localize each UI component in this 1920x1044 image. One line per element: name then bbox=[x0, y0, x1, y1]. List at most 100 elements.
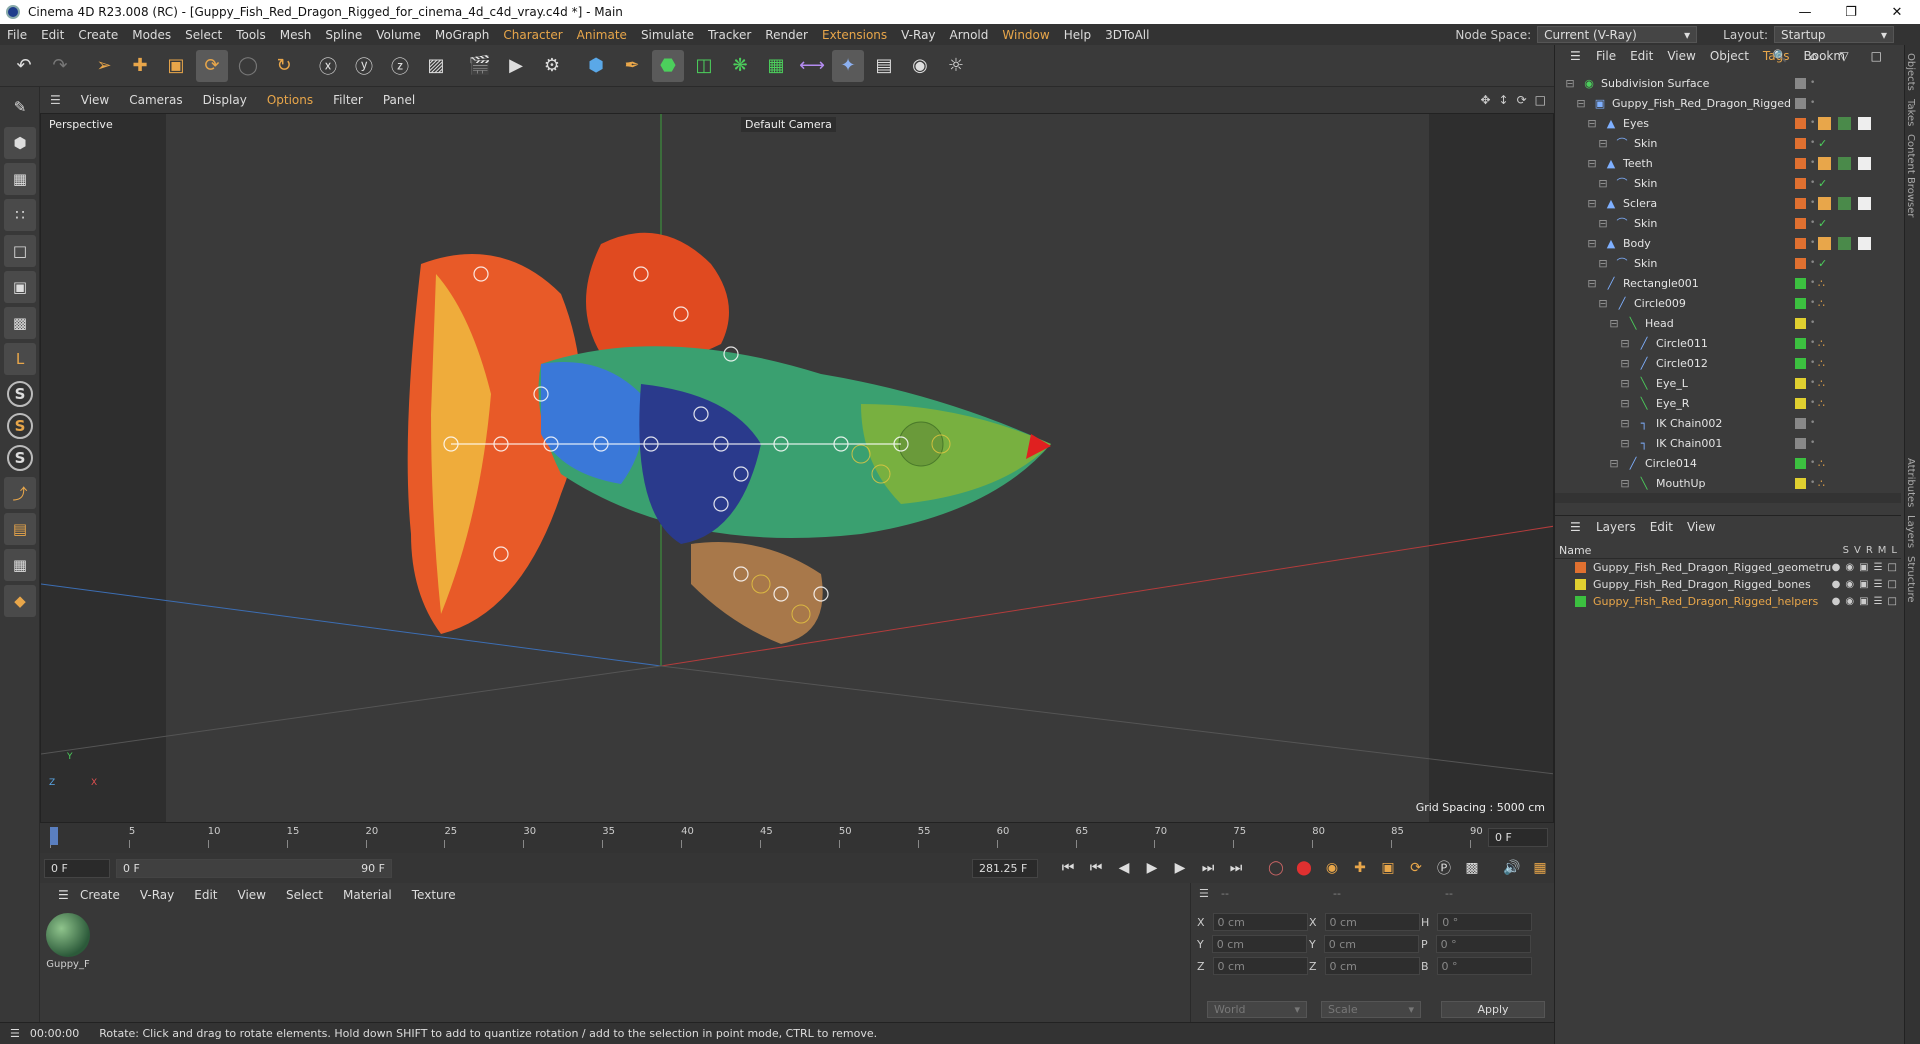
manager-icon[interactable]: ☰ bbox=[1874, 596, 1883, 607]
visibility-dots-icon[interactable]: • bbox=[1810, 358, 1815, 368]
solo-icon[interactable]: S bbox=[7, 381, 33, 407]
coords-space-dropdown[interactable]: World ▾ bbox=[1207, 1001, 1307, 1018]
constraint-tag-icon[interactable]: ∴ bbox=[1818, 277, 1825, 290]
texture-tag-icon[interactable] bbox=[1858, 156, 1871, 170]
x-axis-lock-icon[interactable]: ⓧ bbox=[312, 50, 344, 82]
lock-icon[interactable]: □ bbox=[1888, 562, 1897, 573]
coord-x-field[interactable]: 0 cm bbox=[1212, 913, 1308, 931]
subdivision-generator-icon[interactable]: ⬣ bbox=[652, 49, 684, 82]
render-icon[interactable]: ▣ bbox=[1859, 579, 1868, 590]
constraint-tag-icon[interactable]: ∴ bbox=[1818, 397, 1825, 410]
record-off-icon[interactable]: ◯ bbox=[1264, 856, 1288, 880]
key-position-icon[interactable]: ✚ bbox=[1348, 856, 1372, 880]
expand-toggle-icon[interactable]: ⊟ bbox=[1618, 336, 1632, 350]
array-icon[interactable]: ◫ bbox=[688, 50, 720, 82]
sound-icon[interactable]: 🔊 bbox=[1500, 856, 1524, 880]
layer-color-swatch[interactable] bbox=[1795, 257, 1806, 269]
texture-mode-icon[interactable]: ▦ bbox=[4, 163, 36, 195]
3d-viewport[interactable]: Perspective Default Camera Grid Spacing … bbox=[40, 113, 1554, 823]
menu-arnold[interactable]: Arnold bbox=[943, 28, 996, 42]
render-picture-viewer-icon[interactable]: ▶ bbox=[500, 50, 532, 82]
constraint-tag-icon[interactable]: ∴ bbox=[1818, 477, 1825, 490]
constraint-tag-icon[interactable]: ∴ bbox=[1818, 457, 1825, 470]
scale-tool-icon[interactable]: ▣ bbox=[160, 50, 192, 82]
y-axis-lock-icon[interactable]: ⓨ bbox=[348, 50, 380, 82]
node-space-dropdown[interactable]: Current (V-Ray) ▾ bbox=[1537, 26, 1698, 43]
minimize-icon[interactable]: — bbox=[1782, 0, 1828, 24]
undo-icon[interactable]: ↶ bbox=[8, 50, 40, 82]
end-frame-field[interactable]: 281.25 F bbox=[972, 858, 1038, 878]
camera-icon[interactable]: ◉ bbox=[904, 50, 936, 82]
layer-color-swatch[interactable] bbox=[1795, 117, 1806, 129]
menu-simulate[interactable]: Simulate bbox=[634, 28, 701, 42]
visibility-dots-icon[interactable]: • bbox=[1810, 258, 1815, 268]
lock-icon[interactable]: □ bbox=[1888, 596, 1897, 607]
move-tool-icon[interactable]: ✚ bbox=[124, 50, 156, 82]
expand-toggle-icon[interactable]: ⊟ bbox=[1596, 176, 1610, 190]
coord-h-field[interactable]: 0 ° bbox=[1437, 913, 1533, 931]
expand-toggle-icon[interactable]: ⊟ bbox=[1618, 396, 1632, 410]
render-settings-icon[interactable]: ⚙ bbox=[536, 50, 568, 82]
object-row[interactable]: ⊟ ╱ Circle012 • ∴ bbox=[1555, 353, 1885, 373]
layers-menu-view[interactable]: View bbox=[1680, 520, 1722, 534]
menu-tools[interactable]: Tools bbox=[229, 28, 273, 42]
constraint-tag-icon[interactable]: ∴ bbox=[1818, 377, 1825, 390]
expand-toggle-icon[interactable]: ⊟ bbox=[1596, 256, 1610, 270]
snap-icon[interactable]: ⤴ bbox=[4, 477, 36, 509]
layer-color-swatch[interactable] bbox=[1795, 77, 1806, 89]
solo-hierarchy-icon[interactable]: S bbox=[7, 413, 33, 439]
layer-color-swatch[interactable] bbox=[1795, 277, 1806, 289]
render-icon[interactable]: ▣ bbox=[1859, 596, 1868, 607]
light-icon[interactable]: ☼ bbox=[940, 50, 972, 82]
layer-color-swatch[interactable] bbox=[1795, 357, 1806, 369]
coordinate-system-icon[interactable]: ▨ bbox=[420, 50, 452, 82]
object-row[interactable]: ⊟ ⌒ Skin • ✓ bbox=[1555, 173, 1885, 193]
object-row[interactable]: ⊟ ╱ Circle014 • ∴ bbox=[1555, 453, 1885, 473]
layers-hamburger-icon[interactable]: ☰ bbox=[1563, 520, 1588, 534]
texture-tag-icon[interactable] bbox=[1858, 116, 1871, 130]
side-tab-layers[interactable]: Layers bbox=[1905, 515, 1916, 548]
side-tab-takes[interactable]: Takes bbox=[1905, 99, 1916, 126]
mograph-cloner-icon[interactable]: ❋ bbox=[724, 50, 756, 82]
redo-icon[interactable]: ↷ bbox=[44, 50, 76, 82]
coords-hamburger-icon[interactable]: ☰ bbox=[1199, 887, 1209, 900]
coord-p-field[interactable]: 0 ° bbox=[1435, 935, 1531, 953]
expand-toggle-icon[interactable]: ⊟ bbox=[1596, 296, 1610, 310]
material-tag-icon[interactable] bbox=[1838, 196, 1851, 210]
visibility-dots-icon[interactable]: • bbox=[1810, 218, 1815, 228]
expand-toggle-icon[interactable]: ⊟ bbox=[1618, 436, 1632, 450]
object-row[interactable]: ⊟ ▲ Teeth • bbox=[1555, 153, 1885, 173]
enabled-check-icon[interactable]: ✓ bbox=[1818, 257, 1827, 270]
layer-row[interactable]: Guppy_Fish_Red_Dragon_Rigged_helpers ● ◉ ▣ ☰… bbox=[1555, 593, 1901, 610]
layer-color-swatch[interactable] bbox=[1795, 297, 1806, 309]
layer-color-swatch[interactable] bbox=[1795, 377, 1806, 389]
menu-file[interactable]: File bbox=[0, 28, 34, 42]
object-row[interactable]: ⊟ ◉ Subdivision Surface • bbox=[1555, 73, 1885, 93]
go-to-start-icon[interactable]: ⏮ bbox=[1056, 856, 1080, 880]
side-tab-objects[interactable]: Objects bbox=[1905, 53, 1916, 91]
visibility-dots-icon[interactable]: • bbox=[1810, 178, 1815, 188]
object-row[interactable]: ⊟ ╲ Eye_L • ∴ bbox=[1555, 373, 1885, 393]
record-active-icon[interactable]: ⬤ bbox=[1292, 856, 1316, 880]
solo-icon[interactable]: ● bbox=[1832, 579, 1841, 590]
layer-color-swatch[interactable] bbox=[1795, 157, 1806, 169]
visibility-dots-icon[interactable]: • bbox=[1810, 378, 1815, 388]
expand-toggle-icon[interactable]: ⊟ bbox=[1618, 416, 1632, 430]
previous-key-icon[interactable]: ⏮ bbox=[1084, 856, 1108, 880]
expand-toggle-icon[interactable]: ⊟ bbox=[1618, 356, 1632, 370]
render-view-icon[interactable]: 🎬 bbox=[464, 50, 496, 82]
layer-color-swatch[interactable] bbox=[1795, 337, 1806, 349]
expand-toggle-icon[interactable]: ⊟ bbox=[1585, 156, 1599, 170]
constraint-tag-icon[interactable]: ∴ bbox=[1818, 357, 1825, 370]
solo-selection-icon[interactable]: S bbox=[7, 445, 33, 471]
layers-menu-layers[interactable]: Layers bbox=[1589, 520, 1643, 534]
next-frame-icon[interactable]: ▶ bbox=[1168, 856, 1192, 880]
grid-lock-icon[interactable]: ▦ bbox=[4, 549, 36, 581]
timeline-playhead[interactable] bbox=[50, 827, 58, 845]
visibility-dots-icon[interactable]: • bbox=[1810, 78, 1815, 88]
material-menu-vray[interactable]: V-Ray bbox=[130, 888, 184, 902]
layer-color-swatch[interactable] bbox=[1795, 197, 1806, 209]
object-row[interactable]: ⊟ ┐ IK Chain002 • bbox=[1555, 413, 1885, 433]
expand-toggle-icon[interactable]: ⊟ bbox=[1574, 96, 1588, 110]
object-row[interactable]: ⊟ ⌒ Skin • ✓ bbox=[1555, 133, 1885, 153]
